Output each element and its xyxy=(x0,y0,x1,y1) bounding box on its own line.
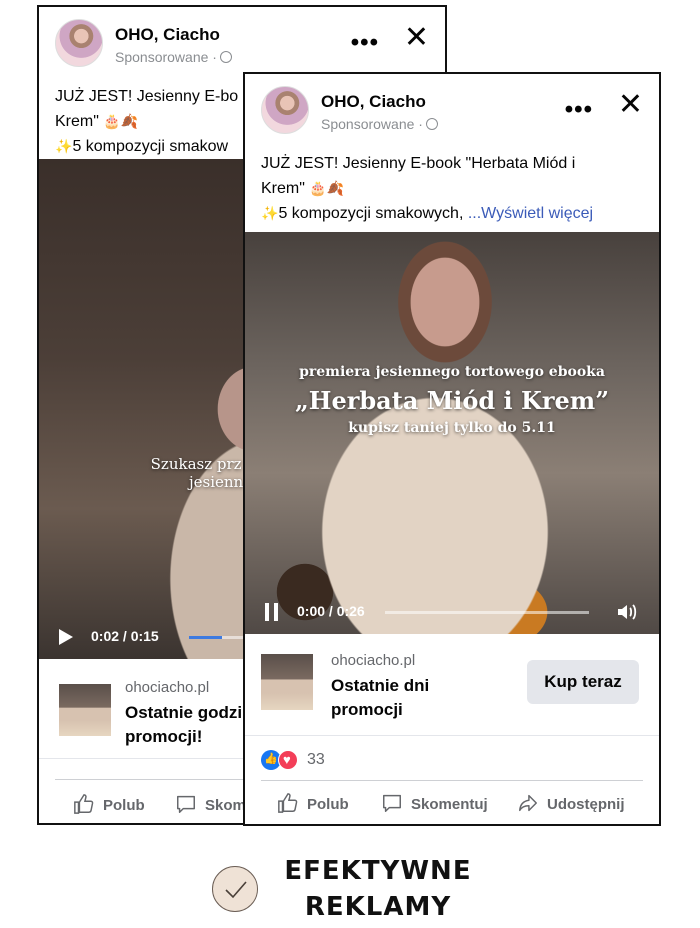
product-thumbnail xyxy=(261,654,313,710)
comment-icon xyxy=(177,795,195,813)
sponsored-text: Sponsorowane · xyxy=(321,116,423,132)
video-time: 0:02 / 0:15 xyxy=(91,628,159,644)
video-controls: 0:00 / 0:26 xyxy=(245,590,659,634)
comment-label: Skomentuj xyxy=(411,796,488,813)
caption-text: Krem" xyxy=(261,180,305,197)
volume-icon[interactable] xyxy=(615,600,639,624)
leaf-icon: 🍂 xyxy=(326,180,345,196)
caption-text: 5 kompozycji smakow xyxy=(72,138,229,155)
share-button[interactable]: Udostępnij xyxy=(517,792,625,814)
share-icon xyxy=(519,794,537,812)
cta-title: Ostatnie godzi promocji! xyxy=(125,703,243,746)
globe-icon xyxy=(425,118,438,130)
video-time: 0:00 / 0:26 xyxy=(297,603,365,619)
cake-icon: 🎂 xyxy=(309,180,327,196)
video-overlay-text: Szukasz prz jesienn xyxy=(149,455,244,491)
video-overlay-title: „Herbata Miód i Krem” xyxy=(295,386,609,415)
like-label: Polub xyxy=(103,797,145,814)
check-icon xyxy=(212,866,258,912)
caption-text: Krem" xyxy=(55,113,99,130)
caption-line-1: JUŻ JEST! Jesienny E-book "Herbata Miód … xyxy=(261,155,576,172)
pause-icon[interactable] xyxy=(265,603,278,621)
tagline-line-1: EFEKTYWNE xyxy=(284,856,472,886)
divider xyxy=(261,780,643,781)
like-button[interactable]: Polub xyxy=(73,793,145,815)
cta-domain: ohociacho.pl xyxy=(331,652,416,669)
sponsored-label: Sponsorowane · xyxy=(321,116,438,132)
ad-card-front: OHO, Ciacho Sponsorowane · ••• ✕ JUŻ JES… xyxy=(243,72,661,826)
video-overlay-subtitle: premiera jesiennego tortowego ebooka xyxy=(299,364,605,380)
video-player[interactable]: premiera jesiennego tortowego ebooka „He… xyxy=(245,232,659,634)
buy-now-button[interactable]: Kup teraz xyxy=(527,660,639,704)
page-name[interactable]: OHO, Ciacho xyxy=(321,92,426,112)
cta-title: Ostatnie dni promocji xyxy=(331,676,430,719)
caption-text: 5 kompozycji smakowych, xyxy=(278,205,464,222)
action-bar: Polub Skomentuj Udostępnij xyxy=(245,782,659,824)
video-progress-bar[interactable] xyxy=(385,611,589,614)
see-more-link[interactable]: ...Wyświetl więcej xyxy=(468,205,593,222)
cta-domain: ohociacho.pl xyxy=(125,679,210,696)
thumbs-up-icon xyxy=(278,793,298,813)
like-button[interactable]: Polub xyxy=(277,792,349,814)
like-label: Polub xyxy=(307,796,349,813)
comment-button[interactable]: Skom xyxy=(175,793,246,815)
sparkles-icon: ✨ xyxy=(55,138,73,154)
cta-block[interactable]: ohociacho.pl Ostatnie dni promocji Kup t… xyxy=(245,634,659,736)
tagline-line-2: REKLAMY xyxy=(304,892,452,922)
video-overlay-note: kupisz taniej tylko do 5.11 xyxy=(348,420,556,436)
post-caption: JUŻ JEST! Jesienny E-book "Herbata Miód … xyxy=(261,152,643,226)
cake-icon: 🎂 xyxy=(103,113,121,129)
comment-button[interactable]: Skomentuj xyxy=(381,792,488,814)
tagline: EFEKTYWNE REKLAMY xyxy=(268,853,488,925)
overlay-line: jesienn xyxy=(189,473,244,491)
more-options-icon[interactable]: ••• xyxy=(565,96,593,124)
thumbs-up-icon xyxy=(74,794,94,814)
product-thumbnail xyxy=(59,684,111,736)
leaf-icon: 🍂 xyxy=(120,113,139,129)
close-icon[interactable]: ✕ xyxy=(404,23,429,53)
post-header: OHO, Ciacho Sponsorowane · ••• ✕ xyxy=(261,86,643,136)
reaction-count: 33 xyxy=(307,751,325,768)
overlay-line: Szukasz prz xyxy=(150,455,242,473)
sparkles-icon: ✨ xyxy=(261,205,279,221)
globe-icon xyxy=(219,51,232,63)
page-name[interactable]: OHO, Ciacho xyxy=(115,25,220,45)
caption-line-3: ✨5 kompozycji smakowych, ...Wyświetl wię… xyxy=(261,201,643,226)
sponsored-text: Sponsorowane · xyxy=(115,49,217,65)
comment-icon xyxy=(383,794,401,812)
post-header: OHO, Ciacho Sponsorowane · ••• ✕ xyxy=(55,19,429,69)
close-icon[interactable]: ✕ xyxy=(618,90,643,120)
play-icon[interactable] xyxy=(59,629,73,645)
sponsored-label: Sponsorowane · xyxy=(115,49,232,65)
avatar[interactable] xyxy=(55,19,103,67)
video-progress-fill xyxy=(189,636,223,639)
avatar[interactable] xyxy=(261,86,309,134)
comment-label: Skom xyxy=(205,797,246,814)
love-reaction-icon xyxy=(278,750,298,770)
more-options-icon[interactable]: ••• xyxy=(351,29,379,57)
caption-line-2: Krem" 🎂🍂 xyxy=(261,176,643,201)
share-label: Udostępnij xyxy=(547,796,625,813)
